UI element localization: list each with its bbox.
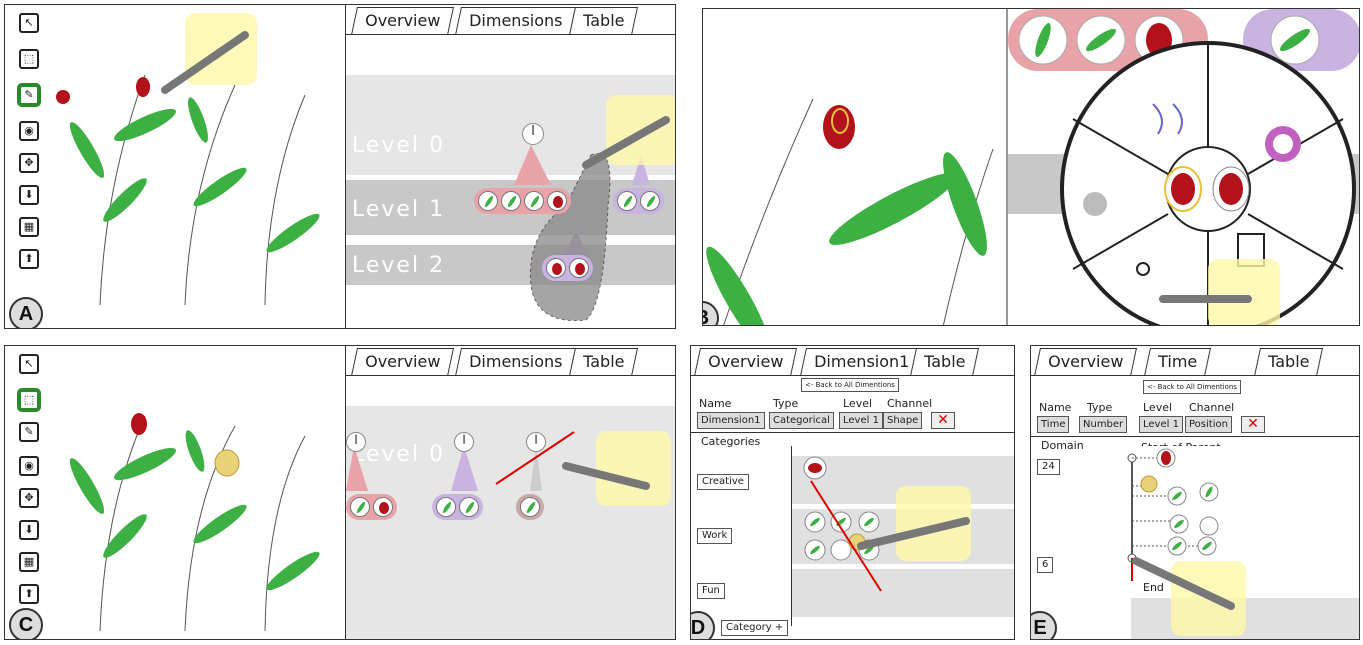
level-header: Level (1143, 401, 1173, 414)
category-fun[interactable]: Fun (697, 583, 725, 599)
lasso-selection (529, 153, 611, 322)
back-to-all-dimensions-link[interactable]: <- Back to All Dimentions (801, 378, 899, 392)
tab-dimensions[interactable]: Dimensions (455, 7, 577, 35)
canvas-c[interactable] (5, 346, 345, 640)
group-pill-gray[interactable] (516, 494, 544, 520)
canvas-b[interactable] (703, 9, 1360, 326)
group-icon (1083, 192, 1107, 216)
badge-a: A (9, 297, 43, 328)
root-node[interactable]: l (526, 432, 546, 452)
panel-b: B (702, 8, 1360, 326)
type-header: Type (1087, 401, 1113, 414)
domain-label: Domain (1041, 439, 1084, 452)
brush-color-dot (56, 90, 70, 104)
categories-label: Categories (701, 435, 761, 448)
tab-dimension1[interactable]: Dimension1 (800, 348, 924, 376)
tab-overview[interactable]: Overview (694, 348, 798, 376)
type-header: Type (773, 397, 799, 410)
level-1-label: Level 1 (352, 197, 446, 222)
level-0-label: Level 0 (352, 442, 446, 467)
type-field[interactable]: Number (1079, 416, 1128, 433)
badge-e: E (1031, 611, 1057, 639)
group-pill-level1-pink[interactable] (474, 188, 571, 214)
level-0-label: Level 0 (352, 133, 446, 158)
name-field[interactable]: Dimension1 (697, 412, 765, 429)
tab-overview[interactable]: Overview (1034, 348, 1138, 376)
group-pill-pink[interactable] (346, 494, 397, 520)
badge-d: D (691, 611, 715, 639)
name-field[interactable]: Time (1037, 416, 1070, 433)
tab-table[interactable]: Table (1254, 348, 1324, 376)
name-header: Name (699, 397, 732, 410)
tab-table[interactable]: Table (569, 7, 639, 35)
group-pill-lavender[interactable] (432, 494, 483, 520)
graph-view-c: Overview Dimensions Table Level 0 l l l (346, 346, 675, 639)
level-field[interactable]: Level 1 (839, 412, 883, 429)
canvas-a[interactable] (5, 5, 345, 329)
root-node[interactable]: l (346, 432, 366, 452)
add-category-button[interactable]: Category + (721, 620, 789, 636)
tab-overview[interactable]: Overview (351, 7, 455, 35)
type-field[interactable]: Categorical (769, 412, 834, 429)
level-field[interactable]: Level 1 (1139, 416, 1183, 433)
level-header: Level (843, 397, 873, 410)
delete-dimension-button[interactable]: ✕ (931, 412, 955, 429)
category-creative[interactable]: Creative (697, 474, 749, 490)
channel-field[interactable]: Position (1185, 416, 1232, 433)
category-row-work (791, 509, 1014, 564)
tab-dimensions[interactable]: Dimensions (455, 348, 577, 376)
panel-c: ↖ ⬚ ✎ ◉ ✥ ⬇ ▦ ⬆ Overview Dimensions Tabl… (4, 345, 676, 640)
tab-time[interactable]: Time (1144, 348, 1212, 376)
channel-header: Channel (887, 397, 933, 410)
graph-view-a: Overview Dimensions Table Level 0 Level … (346, 5, 675, 328)
tab-table[interactable]: Table (910, 348, 980, 376)
hand-pen-icon (1208, 259, 1280, 325)
category-row-fun (791, 569, 1014, 617)
panel-e: Overview Time Table <- Back to All Dimen… (1030, 345, 1360, 640)
end-label: End (1143, 581, 1164, 594)
domain-max-input[interactable]: 24 (1037, 459, 1060, 475)
domain-min-input[interactable]: 6 (1037, 557, 1054, 573)
channel-field[interactable]: Shape (883, 412, 923, 429)
group-pill-level2[interactable] (542, 255, 593, 281)
channel-header: Channel (1189, 401, 1235, 414)
level-2-label: Level 2 (352, 253, 446, 278)
tab-table[interactable]: Table (569, 348, 639, 376)
group-pill-level1-lavender[interactable] (613, 188, 664, 214)
category-work[interactable]: Work (697, 528, 733, 544)
badge-c: C (9, 608, 43, 639)
panel-a: ↖ ⬚ ✎ ◉ ✥ ⬇ ▦ ⬆ Overview Dimensions Tabl… (4, 4, 676, 329)
root-node[interactable]: l (454, 432, 474, 452)
tab-overview[interactable]: Overview (351, 348, 455, 376)
root-node[interactable]: l (522, 123, 544, 145)
back-to-all-dimensions-link[interactable]: <- Back to All Dimentions (1143, 380, 1241, 394)
panel-d: Overview Dimension1 Table <- Back to All… (690, 345, 1015, 640)
name-header: Name (1039, 401, 1072, 414)
delete-dimension-button[interactable]: ✕ (1241, 416, 1265, 433)
category-row-creative (791, 456, 1014, 504)
flower-mark (136, 77, 150, 97)
